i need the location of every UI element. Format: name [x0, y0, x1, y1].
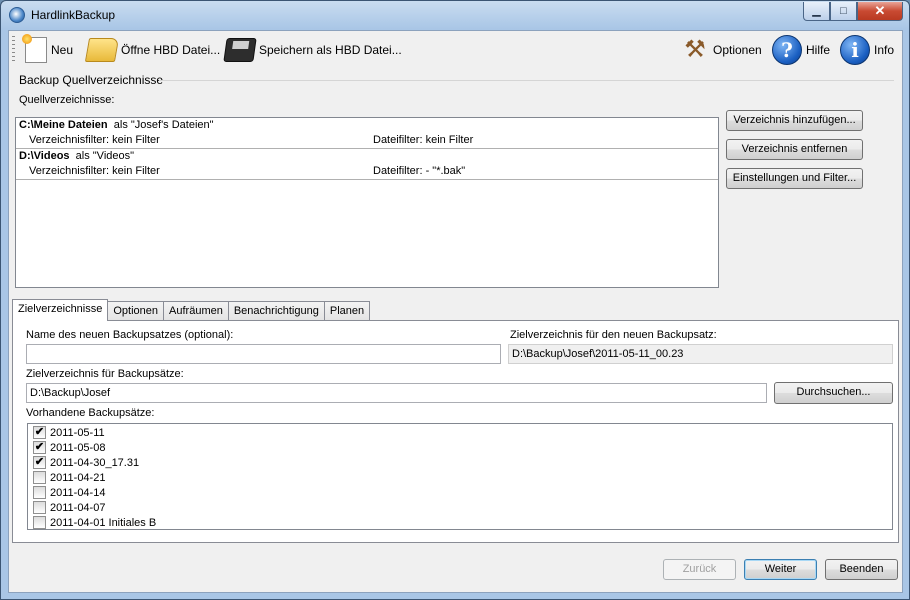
source-directory-list[interactable]: C:\Meine Dateien als "Josef's Dateien" V… — [15, 117, 719, 288]
set-name: 2011-04-30_17.31 — [50, 456, 140, 469]
backup-name-label: Name des neuen Backupsatzes (optional): — [26, 329, 234, 341]
main-window: HardlinkBackup ▁ □ ✕ Neu Öffne HBD Datei… — [0, 0, 910, 600]
tab-strip: Zielverzeichnisse Optionen Aufräumen Ben… — [12, 299, 371, 321]
source-path: C:\Meine Dateien — [19, 119, 108, 131]
new-target-label: Zielverzeichnis für den neuen Backupsatz… — [510, 329, 717, 341]
set-name: 2011-04-14 — [50, 486, 106, 499]
floppy-disk-icon — [223, 38, 257, 62]
new-target-path: D:\Backup\Josef\2011-05-11_00.23 — [508, 344, 893, 364]
checkbox[interactable]: ✔ — [33, 441, 46, 454]
tab-optionen[interactable]: Optionen — [107, 301, 165, 321]
checkbox[interactable]: ✔ — [33, 426, 46, 439]
new-button[interactable]: Neu — [22, 34, 74, 65]
next-button[interactable]: Weiter — [744, 559, 817, 580]
help-button[interactable]: ? Hilfe — [772, 35, 830, 65]
existing-sets-label: Vorhandene Backupsätze: — [26, 407, 155, 419]
new-file-icon — [22, 34, 47, 63]
source-item[interactable]: D:\Videos als "Videos" Verzeichnisfilter… — [16, 149, 718, 180]
checkbox[interactable] — [33, 516, 46, 529]
client-area: Neu Öffne HBD Datei... Speichern als HBD… — [8, 30, 903, 593]
minimize-button[interactable]: ▁ — [803, 2, 830, 21]
set-name: 2011-05-11 — [50, 426, 105, 439]
list-item[interactable]: 2011-04-07 — [33, 500, 105, 515]
open-button[interactable]: Öffne HBD Datei... — [84, 35, 221, 65]
source-alias: als "Josef's Dateien" — [113, 119, 214, 131]
info-button[interactable]: i Info — [840, 35, 894, 65]
info-label: Info — [874, 43, 895, 57]
browse-button[interactable]: Durchsuchen... — [774, 382, 893, 404]
save-as-label: Speichern als HBD Datei... — [259, 43, 402, 57]
source-alias: als "Videos" — [75, 150, 135, 162]
add-directory-button[interactable]: Verzeichnis hinzufügen... — [726, 110, 863, 131]
toolbar-grip[interactable] — [12, 36, 15, 64]
checkbox[interactable]: ✔ — [33, 456, 46, 469]
set-name: 2011-04-01 Initiales B — [50, 516, 157, 529]
title-bar[interactable]: HardlinkBackup ▁ □ ✕ — [1, 1, 909, 29]
dir-filter: Verzeichnisfilter: kein Filter — [29, 165, 160, 177]
settings-filter-button[interactable]: Einstellungen und Filter... — [726, 168, 863, 189]
group-divider — [159, 80, 894, 81]
list-item[interactable]: 2011-04-21 — [33, 470, 105, 485]
back-button[interactable]: Zurück — [663, 559, 736, 580]
quit-button[interactable]: Beenden — [825, 559, 898, 580]
dir-filter: Verzeichnisfilter: kein Filter — [29, 134, 160, 146]
checkbox[interactable] — [33, 486, 46, 499]
remove-directory-button[interactable]: Verzeichnis entfernen — [726, 139, 863, 160]
existing-sets-list[interactable]: ✔ 2011-05-11 ✔ 2011-05-08 ✔ 2011-04-30_17.3… — [27, 423, 893, 530]
help-icon: ? — [772, 35, 802, 65]
list-item[interactable]: 2011-04-01 Initiales B — [33, 515, 156, 530]
source-path: D:\Videos — [19, 150, 70, 162]
target-dir-input[interactable] — [26, 383, 767, 403]
set-name: 2011-05-08 — [50, 441, 106, 454]
tab-planen[interactable]: Planen — [323, 301, 371, 321]
tab-zielverzeichnisse[interactable]: Zielverzeichnisse — [12, 299, 109, 321]
maximize-button[interactable]: □ — [830, 2, 857, 21]
help-label: Hilfe — [806, 43, 831, 57]
set-name: 2011-04-07 — [50, 501, 106, 514]
source-list-label: Quellverzeichnisse: — [19, 94, 115, 106]
checkbox[interactable] — [33, 471, 46, 484]
file-filter: Dateifilter: kein Filter — [373, 134, 474, 146]
window-title: HardlinkBackup — [31, 8, 116, 22]
list-item[interactable]: ✔ 2011-05-08 — [33, 440, 105, 455]
tab-benachrichtigung[interactable]: Benachrichtigung — [227, 301, 325, 321]
source-group-title: Backup Quellverzeichnisse — [19, 73, 164, 87]
target-dir-label: Zielverzeichnis für Backupsätze: — [26, 368, 184, 380]
tools-icon: ⚒ — [684, 36, 706, 63]
save-as-button[interactable]: Speichern als HBD Datei... — [223, 35, 402, 65]
tab-aufraeumen[interactable]: Aufräumen — [163, 301, 229, 321]
list-item[interactable]: ✔ 2011-04-30_17.31 — [33, 455, 139, 470]
options-button[interactable]: ⚒ Optionen — [681, 35, 762, 65]
set-name: 2011-04-21 — [50, 471, 106, 484]
target-tab-panel: Name des neuen Backupsatzes (optional): … — [12, 320, 899, 543]
backup-name-input[interactable] — [26, 344, 501, 364]
new-label: Neu — [51, 43, 74, 57]
file-filter: Dateifilter: - "*.bak" — [373, 165, 466, 177]
toolbar: Neu Öffne HBD Datei... Speichern als HBD… — [9, 31, 902, 69]
source-item[interactable]: C:\Meine Dateien als "Josef's Dateien" V… — [16, 118, 718, 149]
info-icon: i — [840, 35, 870, 65]
list-item[interactable]: 2011-04-14 — [33, 485, 105, 500]
folder-open-icon — [84, 38, 120, 62]
list-item[interactable]: ✔ 2011-05-11 — [33, 425, 105, 440]
open-label: Öffne HBD Datei... — [121, 43, 221, 57]
close-button[interactable]: ✕ — [857, 2, 903, 21]
checkbox[interactable] — [33, 501, 46, 514]
options-label: Optionen — [713, 43, 762, 57]
app-icon — [9, 7, 25, 23]
